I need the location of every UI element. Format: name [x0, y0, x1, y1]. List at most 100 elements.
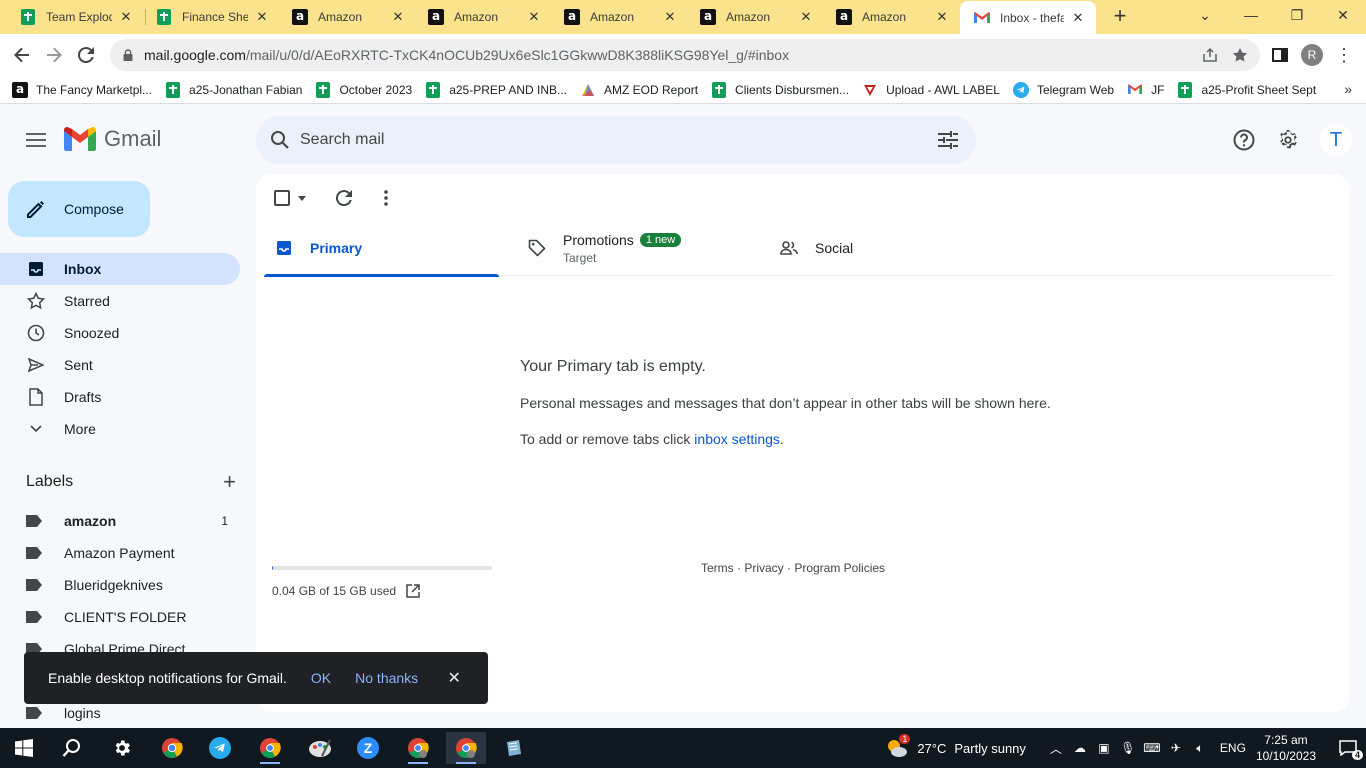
- new-tab-button[interactable]: +: [1108, 5, 1132, 29]
- browser-tab-team-explod[interactable]: Team Explod ✕: [6, 0, 144, 34]
- bookmark-clients-disbursement[interactable]: Clients Disbursmen...: [711, 81, 849, 98]
- close-tab-icon[interactable]: ✕: [798, 9, 814, 25]
- browser-tab-amazon-1[interactable]: a Amazon ✕: [278, 0, 416, 34]
- open-in-new-icon[interactable]: [406, 584, 420, 598]
- nav-item-inbox[interactable]: Inbox: [0, 253, 240, 285]
- restore-icon[interactable]: ❐: [1274, 0, 1320, 30]
- close-tab-icon[interactable]: ✕: [526, 9, 542, 25]
- meet-now-icon[interactable]: ▣: [1095, 741, 1113, 755]
- weather-widget[interactable]: 1 27°C Partly sunny: [885, 734, 1026, 758]
- close-icon[interactable]: ✕: [444, 668, 464, 688]
- browser-tab-amazon-2[interactable]: a Amazon ✕: [414, 0, 552, 34]
- bookmark-telegram-web[interactable]: Telegram Web: [1012, 81, 1114, 98]
- bookmarks-overflow-icon[interactable]: »: [1344, 81, 1352, 97]
- chrome-active-window-icon[interactable]: [446, 732, 486, 764]
- bookmark-profit-sheet-sept[interactable]: a25-Profit Sheet Sept: [1177, 81, 1316, 98]
- bookmark-amz-eod-report[interactable]: AMZ EOD Report: [580, 82, 698, 98]
- tab-social[interactable]: Social: [769, 220, 1004, 276]
- account-avatar[interactable]: T: [1320, 124, 1352, 156]
- nav-item-drafts[interactable]: Drafts: [0, 381, 240, 413]
- bookmark-jonathan-fabian[interactable]: a25-Jonathan Fabian: [165, 81, 302, 98]
- reload-icon[interactable]: [72, 41, 100, 69]
- bookmark-october-2023[interactable]: October 2023: [315, 81, 412, 98]
- nav-item-sent[interactable]: Sent: [0, 349, 240, 381]
- nav-item-more[interactable]: More: [0, 413, 240, 445]
- help-icon[interactable]: [1230, 126, 1258, 154]
- select-dropdown-icon[interactable]: [298, 195, 306, 201]
- network-icon[interactable]: ✈︎: [1167, 741, 1185, 755]
- label-tag-icon: [26, 707, 42, 719]
- inbox-settings-link[interactable]: inbox settings: [694, 431, 780, 447]
- chrome-profile-icon[interactable]: [250, 732, 290, 764]
- settings-gear-icon[interactable]: [1274, 126, 1302, 154]
- language-indicator[interactable]: ENG: [1220, 741, 1246, 755]
- address-bar[interactable]: mail.google.com/mail/u/0/d/AEoRXRTC-TxCK…: [110, 39, 1260, 71]
- labels-header: Labels +: [26, 471, 236, 493]
- paint-icon[interactable]: [300, 732, 340, 764]
- empty-description: Personal messages and messages that don’…: [520, 395, 1051, 411]
- windows-start-icon[interactable]: [4, 732, 44, 764]
- action-center-button[interactable]: 4: [1330, 728, 1366, 768]
- close-tab-icon[interactable]: ✕: [118, 9, 134, 25]
- share-icon[interactable]: [1202, 47, 1218, 63]
- zoom-icon[interactable]: Z: [348, 732, 388, 764]
- label-item-clients-folder[interactable]: CLIENT'S FOLDER: [0, 601, 240, 633]
- forward-icon[interactable]: [40, 41, 68, 69]
- browser-menu-icon[interactable]: ⋮: [1330, 41, 1358, 69]
- back-icon[interactable]: [8, 41, 36, 69]
- browser-tab-amazon-4[interactable]: a Amazon ✕: [686, 0, 824, 34]
- notepad-icon[interactable]: [494, 732, 534, 764]
- chevron-up-icon[interactable]: ︿: [1047, 740, 1065, 757]
- tab-primary[interactable]: Primary: [264, 220, 499, 277]
- side-panel-icon[interactable]: [1266, 41, 1294, 69]
- microphone-icon[interactable]: 🎙︎: [1119, 741, 1137, 755]
- add-label-icon[interactable]: +: [223, 471, 236, 493]
- select-all-checkbox[interactable]: [274, 190, 290, 206]
- snackbar-ok-button[interactable]: OK: [311, 670, 331, 686]
- clock[interactable]: 7:25 am 10/10/2023: [1256, 732, 1316, 764]
- tab-search-icon[interactable]: ⌄: [1182, 0, 1228, 30]
- more-options-icon[interactable]: [384, 190, 388, 206]
- snackbar-no-thanks-button[interactable]: No thanks: [355, 670, 418, 686]
- footer-links[interactable]: Terms · Privacy · Program Policies: [701, 561, 885, 575]
- label-item-amazon[interactable]: amazon 1: [0, 505, 240, 537]
- bookmark-prep-and-inb[interactable]: a25-PREP AND INB...: [425, 81, 567, 98]
- main-menu-icon[interactable]: [22, 126, 50, 154]
- onedrive-cloud-icon[interactable]: ☁: [1071, 741, 1089, 755]
- close-tab-icon[interactable]: ✕: [934, 9, 950, 25]
- search-icon[interactable]: [268, 128, 292, 152]
- nav-item-starred[interactable]: Starred: [0, 285, 240, 317]
- profile-avatar[interactable]: R: [1298, 41, 1326, 69]
- close-tab-icon[interactable]: ✕: [254, 9, 270, 25]
- browser-tab-amazon-5[interactable]: a Amazon ✕: [822, 0, 960, 34]
- browser-tab-inbox[interactable]: Inbox - thefa ✕: [960, 1, 1096, 34]
- label-item-blueridgeknives[interactable]: Blueridgeknives: [0, 569, 240, 601]
- close-tab-icon[interactable]: ✕: [1070, 10, 1086, 26]
- bookmark-upload-awl-label[interactable]: Upload - AWL LABEL: [862, 82, 1000, 98]
- close-tab-icon[interactable]: ✕: [390, 9, 406, 25]
- settings-gear-icon[interactable]: [102, 732, 142, 764]
- bookmark-jf[interactable]: JF: [1127, 82, 1164, 98]
- input-method-icon[interactable]: ⌨︎: [1143, 741, 1161, 755]
- refresh-icon[interactable]: [336, 190, 352, 206]
- volume-icon[interactable]: 🔈︎: [1191, 741, 1209, 756]
- browser-tab-finance-sheet[interactable]: Finance Shee ✕: [142, 0, 280, 34]
- label-item-amazon-payment[interactable]: Amazon Payment: [0, 537, 240, 569]
- tab-promotions[interactable]: Promotions 1 new Target: [517, 220, 752, 276]
- search-options-icon[interactable]: [934, 126, 962, 154]
- gmail-logo[interactable]: Gmail: [64, 126, 161, 152]
- close-window-icon[interactable]: ✕: [1320, 0, 1366, 30]
- search-input[interactable]: [300, 131, 934, 149]
- nav-item-snoozed[interactable]: Snoozed: [0, 317, 240, 349]
- compose-button[interactable]: Compose: [8, 181, 150, 237]
- bookmark-fancy-marketplace[interactable]: a The Fancy Marketpl...: [12, 81, 152, 98]
- search-bar[interactable]: [256, 116, 976, 164]
- chrome-profile-r-icon[interactable]: [398, 732, 438, 764]
- minimize-icon[interactable]: —: [1228, 0, 1274, 30]
- browser-tab-amazon-3[interactable]: a Amazon ✕: [550, 0, 688, 34]
- bookmark-star-icon[interactable]: [1232, 47, 1248, 63]
- telegram-icon[interactable]: [200, 732, 240, 764]
- close-tab-icon[interactable]: ✕: [662, 9, 678, 25]
- taskbar-search-icon[interactable]: [52, 732, 92, 764]
- chrome-icon[interactable]: [152, 732, 192, 764]
